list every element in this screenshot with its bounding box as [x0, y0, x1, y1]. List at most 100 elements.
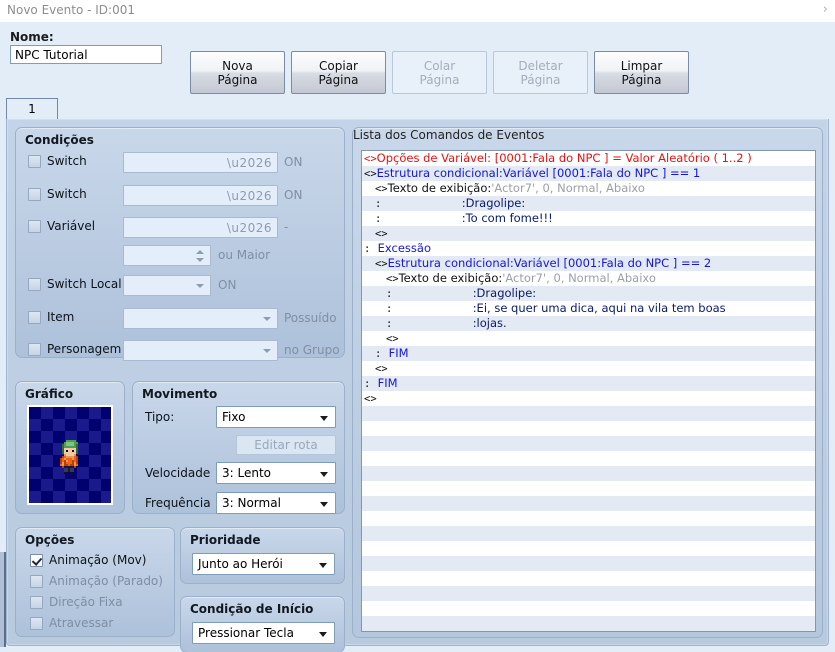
condition-variable-value-spinner[interactable] — [123, 245, 211, 266]
condition-local-switch-checkbox[interactable] — [28, 278, 41, 291]
condition-switch-1-field[interactable]: \u2026 — [123, 152, 278, 173]
condition-switch-1-checkbox[interactable] — [28, 155, 41, 168]
event-commands-list[interactable]: <>Opções de Variável: [0001:Fala do NPC … — [361, 150, 816, 632]
chevron-down-icon — [263, 349, 271, 353]
event-command-row[interactable]: <> — [362, 361, 815, 376]
button-label-line1: Deletar — [518, 58, 563, 73]
command-indent — [364, 346, 375, 360]
command-text: Excessão — [377, 241, 431, 255]
event-command-row[interactable]: : :To com fome!!! — [362, 211, 815, 226]
event-command-row[interactable]: <>Opções de Variável: [0001:Fala do NPC … — [362, 151, 815, 166]
ellipsis-icon: \u2026 — [226, 221, 272, 235]
condition-local-switch-label: Switch Local — [47, 277, 122, 291]
event-command-row[interactable]: : :Ei, se quer uma dica, aqui na vila te… — [362, 301, 815, 316]
event-command-row-empty[interactable] — [362, 466, 815, 481]
event-command-row[interactable]: : :Dragolipe: — [362, 286, 815, 301]
event-command-row-empty[interactable] — [362, 421, 815, 436]
option-animation-stop-checkbox[interactable] — [30, 575, 43, 588]
event-command-row-empty[interactable] — [362, 586, 815, 601]
button-label-line1: Copiar — [319, 58, 358, 73]
event-command-row-empty[interactable] — [362, 436, 815, 451]
event-command-row-empty[interactable] — [362, 556, 815, 571]
option-through-checkbox[interactable] — [30, 617, 43, 630]
movement-title: Movimento — [142, 387, 218, 401]
movement-frequency-select[interactable]: 3: Normal — [216, 492, 336, 514]
event-command-row[interactable]: <>Estrutura condicional:Variável [0001:F… — [362, 256, 815, 271]
condition-actor-select[interactable] — [123, 340, 278, 361]
event-command-row[interactable]: <> — [362, 331, 815, 346]
graphic-preview[interactable] — [27, 405, 113, 505]
command-text: :lojas. — [472, 316, 507, 330]
movement-type-label: Tipo: — [145, 410, 175, 424]
event-command-row[interactable]: <> — [362, 391, 815, 406]
trigger-group: Condição de Início Pressionar Tecla — [180, 596, 345, 652]
event-command-row-empty[interactable] — [362, 616, 815, 631]
tab-page-1[interactable]: 1 — [6, 98, 58, 120]
condition-item-select[interactable] — [123, 308, 278, 329]
event-command-row[interactable]: <>Estrutura condicional:Variável [0001:F… — [362, 166, 815, 181]
command-indent — [364, 211, 375, 225]
command-marker: <> — [364, 168, 377, 180]
event-command-row-empty[interactable] — [362, 406, 815, 421]
event-command-row[interactable]: : FIM — [362, 376, 815, 391]
condition-item-state: Possuído — [284, 311, 337, 325]
command-text-pad — [381, 196, 461, 210]
condition-actor-checkbox[interactable] — [28, 343, 41, 356]
condition-variable-checkbox[interactable] — [28, 220, 41, 233]
movement-type-select[interactable]: Fixo — [216, 406, 336, 428]
event-command-row-empty[interactable] — [362, 481, 815, 496]
command-indent — [364, 181, 375, 195]
new-page-button[interactable]: Nova Página — [190, 51, 285, 94]
event-command-row-empty[interactable] — [362, 541, 815, 556]
spinner-up-icon[interactable] — [196, 250, 204, 254]
event-command-row[interactable]: : :Dragolipe: — [362, 196, 815, 211]
event-command-row-empty[interactable] — [362, 511, 815, 526]
command-text-pad — [381, 211, 461, 225]
event-command-row[interactable]: <>Texto de exibição:'Actor7', 0, Normal,… — [362, 181, 815, 196]
event-command-row-empty[interactable] — [362, 601, 815, 616]
copy-page-button[interactable]: Copiar Página — [291, 51, 386, 94]
trigger-select[interactable]: Pressionar Tecla — [192, 622, 335, 644]
button-label-line2: Página — [419, 72, 460, 87]
command-indent — [364, 301, 386, 315]
movement-group: Movimento Tipo: Fixo Editar rota Velocid… — [132, 381, 345, 514]
priority-select[interactable]: Junto ao Herói — [192, 553, 335, 575]
event-command-row[interactable]: : :lojas. — [362, 316, 815, 331]
chevron-right-icon[interactable]: › — [823, 2, 828, 17]
command-text-pad — [381, 346, 388, 360]
event-command-row-empty[interactable] — [362, 631, 815, 632]
condition-variable-field[interactable]: \u2026 — [123, 217, 278, 238]
event-command-row[interactable]: <> — [362, 226, 815, 241]
condition-item-checkbox[interactable] — [28, 311, 41, 324]
command-marker: <> — [385, 333, 399, 345]
priority-value: Junto ao Herói — [198, 557, 283, 571]
movement-speed-select[interactable]: 3: Lento — [216, 462, 336, 484]
trigger-title: Condição de Início — [190, 602, 314, 616]
chevron-down-icon — [320, 472, 328, 477]
event-command-row-empty[interactable] — [362, 496, 815, 511]
spinner-down-icon[interactable] — [196, 258, 204, 262]
delete-page-button[interactable]: Deletar Página — [493, 51, 588, 94]
page-tabs: 1 — [6, 98, 829, 120]
event-command-row-empty[interactable] — [362, 526, 815, 541]
event-command-row-empty[interactable] — [362, 451, 815, 466]
edit-route-button[interactable]: Editar rota — [236, 435, 336, 455]
event-command-row[interactable]: <>Texto de exibição:'Actor7', 0, Normal,… — [362, 271, 815, 286]
command-text: Texto de exibição: — [398, 271, 503, 285]
name-input[interactable] — [10, 45, 162, 64]
option-fixed-direction-checkbox[interactable] — [30, 596, 43, 609]
conditions-title: Condições — [25, 133, 94, 147]
option-animation-move-checkbox[interactable] — [30, 554, 43, 567]
option-fixed-direction-label: Direção Fixa — [49, 595, 123, 609]
event-command-row[interactable]: : FIM — [362, 346, 815, 361]
condition-switch-2-checkbox[interactable] — [28, 188, 41, 201]
event-command-row[interactable]: : Excessão — [362, 241, 815, 256]
condition-switch-2-field[interactable]: \u2026 — [123, 185, 278, 206]
window-body: Nome: NovaPáginaCopiarPáginaColarPáginaD… — [0, 22, 835, 652]
clear-page-button[interactable]: Limpar Página — [594, 51, 689, 94]
event-command-row-empty[interactable] — [362, 571, 815, 586]
button-label-line1: Limpar — [620, 58, 663, 73]
condition-actor-label: Personagem — [47, 342, 122, 356]
condition-local-switch-select[interactable] — [123, 275, 211, 296]
paste-page-button[interactable]: Colar Página — [392, 51, 487, 94]
